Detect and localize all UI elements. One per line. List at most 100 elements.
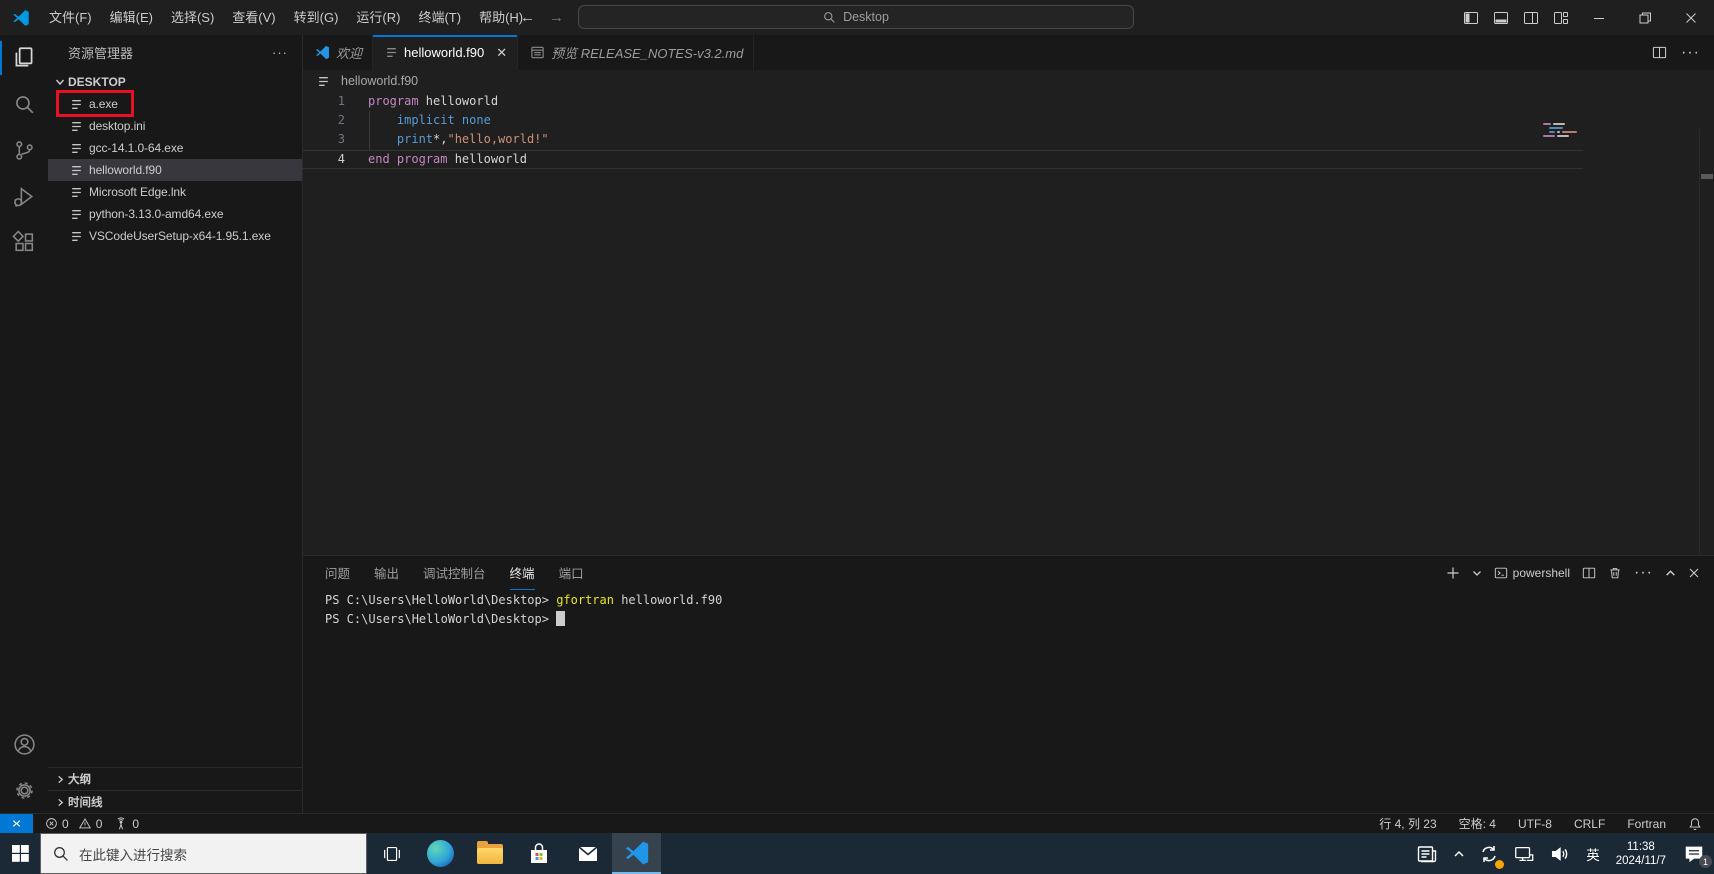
menu-item[interactable]: 查看(V)	[223, 0, 284, 35]
panel-tab[interactable]: 问题	[325, 556, 350, 590]
eol-sequence[interactable]: CRLF	[1574, 817, 1605, 831]
minimap[interactable]	[1543, 123, 1583, 139]
file-item[interactable]: gcc-14.1.0-64.exe	[48, 137, 302, 159]
activity-bar-item-explorer-icon[interactable]	[0, 35, 48, 81]
encoding[interactable]: UTF-8	[1518, 817, 1552, 831]
indentation[interactable]: 空格: 4	[1459, 815, 1496, 832]
terminal-line: PS C:\Users\HelloWorld\Desktop>	[325, 610, 1704, 629]
input-language-indicator[interactable]: 英	[1578, 844, 1608, 864]
news-widget-icon[interactable]	[1408, 833, 1446, 874]
split-editor-icon[interactable]	[1652, 45, 1667, 60]
minimize-button[interactable]	[1576, 0, 1622, 35]
sidebar-section-时间线[interactable]: 时间线	[48, 790, 302, 813]
cursor-position[interactable]: 行 4, 列 23	[1379, 815, 1436, 832]
hidden-icons-chevron-icon[interactable]	[1446, 833, 1472, 874]
remote-icon	[12, 820, 21, 827]
bottom-panel: 问题 输出 调试控制台 终端 端口 powershell ··· PS C:\Users…	[303, 555, 1714, 813]
ports-status[interactable]: 0	[114, 817, 139, 831]
code-line[interactable]: 4 end program helloworld	[303, 149, 1583, 169]
panel-tab[interactable]: 输出	[374, 556, 399, 590]
panel-tab[interactable]: 终端	[509, 556, 535, 590]
terminal-output[interactable]: PS C:\Users\HelloWorld\Desktop> gfortran…	[325, 591, 1704, 813]
restore-button[interactable]	[1622, 0, 1668, 35]
start-button[interactable]	[0, 833, 40, 874]
tab-label: 欢迎	[336, 46, 363, 61]
volume-icon[interactable]	[1542, 833, 1578, 874]
split-terminal-icon[interactable]	[1582, 566, 1596, 580]
file-item[interactable]: VSCodeUserSetup-x64-1.95.1.exe	[48, 225, 302, 247]
activity-bar-item-settings-gear-icon[interactable]	[0, 767, 48, 813]
task-view-button[interactable]	[367, 833, 416, 874]
problems-status[interactable]: 0 0	[45, 817, 102, 831]
terminal-shell-item[interactable]: powershell	[1494, 566, 1570, 580]
code-line[interactable]: 3 print *, "hello,world!"	[303, 130, 1583, 149]
code-editor[interactable]: 1 program helloworld 2 implicit none 3 prin…	[303, 92, 1714, 555]
command-center-search[interactable]: Desktop	[578, 5, 1134, 29]
toggle-secondary-sidebar-icon[interactable]	[1516, 0, 1546, 35]
onedrive-sync-icon[interactable]	[1472, 833, 1506, 874]
activity-bar-item-account-icon[interactable]	[0, 721, 48, 767]
close-panel-icon[interactable]	[1688, 567, 1700, 579]
panel-tab[interactable]: 调试控制台	[423, 556, 486, 590]
editor-tab[interactable]: 预览 RELEASE_NOTES-v3.2.md	[518, 35, 755, 70]
edge-browser-button[interactable]	[416, 833, 465, 874]
menu-item[interactable]: 运行(R)	[347, 0, 409, 35]
clock[interactable]: 11:38 2024/11/7	[1608, 840, 1674, 868]
editor-more-actions-icon[interactable]: ···	[1681, 44, 1700, 62]
terminal-dropdown-chevron-icon[interactable]	[1472, 568, 1482, 578]
editor-tab[interactable]: 欢迎	[303, 35, 374, 70]
new-terminal-icon[interactable]	[1446, 566, 1460, 580]
editor-tab[interactable]: helloworld.f90 ✕	[373, 35, 519, 70]
file-item[interactable]: python-3.13.0-amd64.exe	[48, 203, 302, 225]
file-item[interactable]: desktop.ini	[48, 115, 302, 137]
vscode-taskbar-button[interactable]	[612, 833, 661, 874]
close-button[interactable]	[1668, 0, 1714, 35]
toggle-panel-icon[interactable]	[1486, 0, 1516, 35]
vscode-logo-icon	[13, 9, 29, 26]
sidebar-section-大纲[interactable]: 大纲	[48, 767, 302, 790]
windows-taskbar: 在此键入进行搜索 英 11:38 2024/11/7 1	[0, 833, 1714, 874]
menu-bar: 文件(F) 编辑(E) 选择(S) 查看(V) 转到(G) 运行(R) 终端(T) 帮助(H)	[40, 0, 532, 35]
panel-tab[interactable]: 端口	[559, 556, 584, 590]
code-line[interactable]: 2 implicit none	[303, 111, 1583, 130]
time: 11:38	[1626, 840, 1655, 853]
menu-item[interactable]: 转到(G)	[285, 0, 348, 35]
breadcrumb[interactable]: helloworld.f90	[303, 70, 1714, 92]
customize-layout-icon[interactable]	[1546, 0, 1576, 35]
explorer-section-desktop[interactable]: DESKTOP	[48, 70, 302, 93]
mail-button[interactable]	[563, 833, 612, 874]
file-icon	[385, 46, 398, 59]
microsoft-store-button[interactable]	[514, 833, 563, 874]
editor-region: 欢迎 helloworld.f90 ✕ 预览 RELEASE_NOTES-v3.2.m…	[303, 35, 1714, 813]
menu-item[interactable]: 编辑(E)	[101, 0, 162, 35]
menu-item[interactable]: 终端(T)	[409, 0, 470, 35]
maximize-panel-icon[interactable]	[1665, 568, 1676, 579]
remote-indicator[interactable]	[0, 813, 33, 834]
kill-terminal-icon[interactable]	[1608, 566, 1622, 580]
file-item[interactable]: helloworld.f90	[48, 159, 302, 181]
language-mode[interactable]: Fortran	[1627, 817, 1666, 831]
activity-bar-item-run-debug-icon[interactable]	[0, 173, 48, 219]
file-item[interactable]: Microsoft Edge.lnk	[48, 181, 302, 203]
activity-bar-item-source-control-icon[interactable]	[0, 127, 48, 173]
terminal-toolbar: powershell ···	[1446, 556, 1700, 590]
file-item[interactable]: a.exe	[48, 90, 302, 117]
menu-item[interactable]: 文件(F)	[40, 0, 101, 35]
nav-back-icon[interactable]: ←	[520, 9, 535, 26]
activity-bar-item-search-icon[interactable]	[0, 81, 48, 127]
network-display-icon[interactable]	[1506, 833, 1542, 874]
action-center-button[interactable]: 1	[1674, 833, 1714, 874]
toggle-sidebar-icon[interactable]	[1456, 0, 1486, 35]
shell-label: powershell	[1512, 566, 1571, 580]
taskbar-search-box[interactable]: 在此键入进行搜索	[40, 833, 367, 874]
explorer-more-actions-icon[interactable]: ···	[272, 45, 288, 60]
menu-item[interactable]: 选择(S)	[162, 0, 223, 35]
notifications-bell-icon[interactable]	[1688, 817, 1702, 831]
nav-forward-icon[interactable]: →	[549, 9, 564, 26]
close-tab-icon[interactable]: ✕	[496, 45, 507, 61]
activity-bar-item-extensions-icon[interactable]	[0, 219, 48, 265]
code-line[interactable]: 1 program helloworld	[303, 92, 1583, 111]
panel-more-actions-icon[interactable]: ···	[1634, 564, 1653, 582]
file-explorer-button[interactable]	[465, 833, 514, 874]
